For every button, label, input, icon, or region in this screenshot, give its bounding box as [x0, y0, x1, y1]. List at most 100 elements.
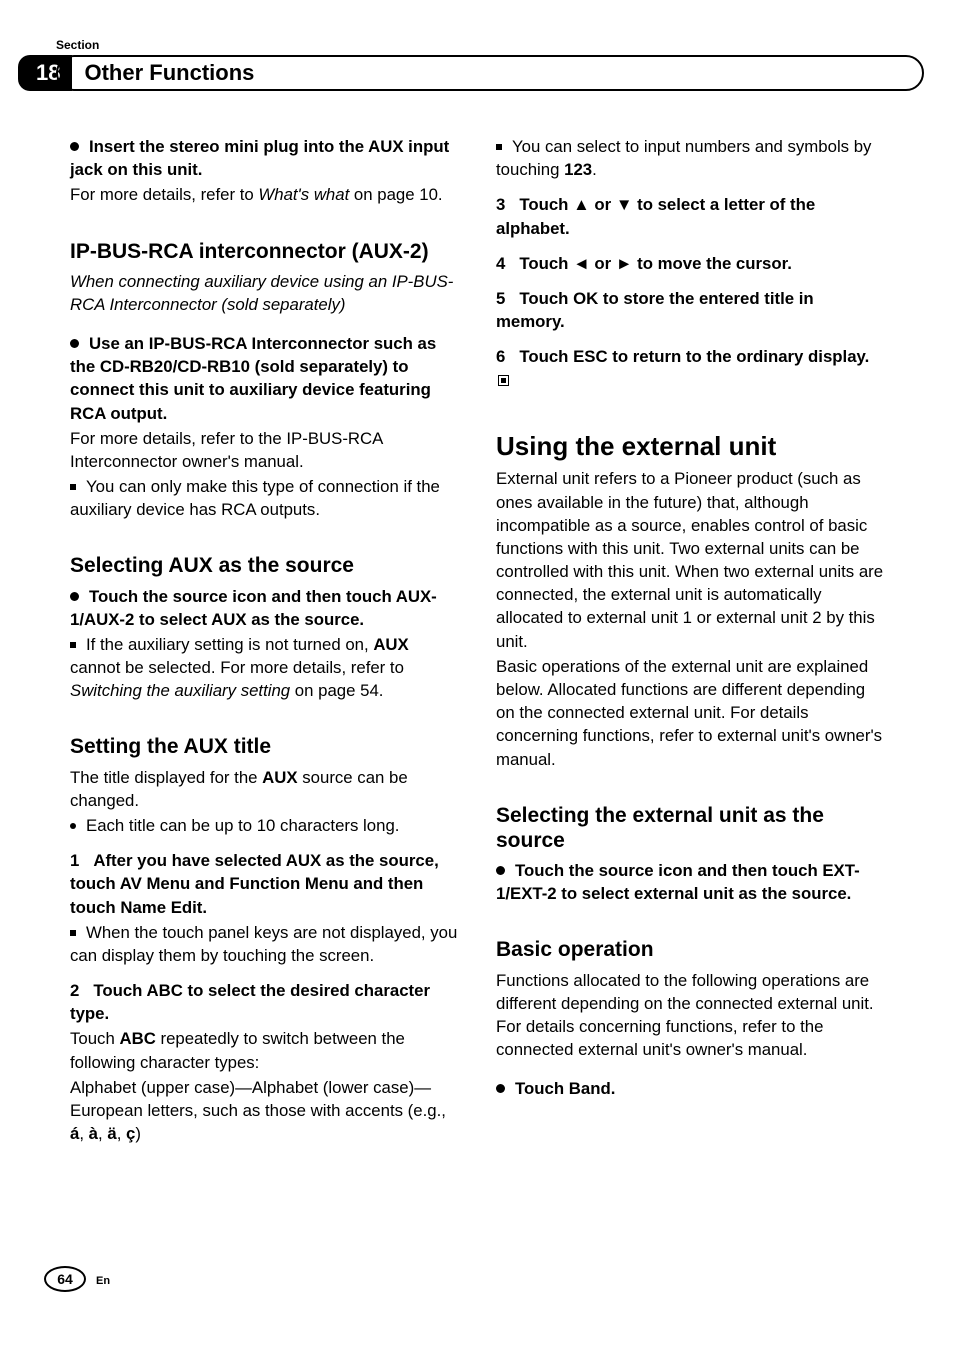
step-6: 6 Touch ESC to return to the ordinary di…: [496, 345, 884, 391]
text: AUX: [262, 768, 297, 787]
text: à: [89, 1124, 98, 1143]
text: You can only make this type of connectio…: [70, 477, 440, 519]
text: Touch: [519, 195, 573, 214]
page-lang: En: [96, 1275, 110, 1287]
end-square-icon: [498, 375, 509, 386]
heading-external-unit: Using the external unit: [496, 432, 884, 462]
text: Touch OK to store the entered title in m…: [496, 289, 814, 331]
text: ç: [126, 1124, 135, 1143]
set-title-bullet: Each title can be up to 10 characters lo…: [70, 814, 458, 837]
section-label: Section: [56, 38, 99, 52]
step-1: 1 After you have selected AUX as the sou…: [70, 849, 458, 919]
insert-stereo-body: For more details, refer to What's what o…: [70, 183, 458, 206]
section-title: Other Functions: [56, 55, 924, 91]
text: If the auxiliary setting is not turned o…: [86, 635, 373, 654]
text: When the touch panel keys are not displa…: [70, 923, 457, 965]
step-2-body1: Touch ABC repeatedly to switch between t…: [70, 1027, 458, 1073]
bullet-square-icon: [70, 930, 76, 936]
text: ABC: [119, 1029, 155, 1048]
step-num: 4: [496, 254, 505, 273]
arrow-down-icon: ▼: [616, 195, 633, 214]
text: Switching the auxiliary setting: [70, 681, 290, 700]
ext-para2: Basic operations of the external unit ar…: [496, 655, 884, 771]
bullet-dot-icon: [70, 339, 79, 348]
step-1-note: When the touch panel keys are not displa…: [70, 921, 458, 967]
text: For more details, refer to: [70, 185, 258, 204]
text: Touch Band.: [515, 1079, 615, 1098]
text: on page 54.: [290, 681, 383, 700]
text: Touch: [70, 1029, 119, 1048]
left-column: Insert the stereo mini plug into the AUX…: [70, 135, 458, 1147]
ext-para1: External unit refers to a Pioneer produc…: [496, 467, 884, 652]
step-num: 3: [496, 195, 505, 214]
text: cannot be selected. For more details, re…: [70, 658, 404, 677]
step-2: 2 Touch ABC to select the desired charac…: [70, 979, 458, 1025]
arrow-up-icon: ▲: [573, 195, 590, 214]
heading-set-title: Setting the AUX title: [70, 734, 458, 759]
bullet-dot-icon: [70, 823, 76, 829]
arrow-left-icon: ◄: [573, 254, 590, 273]
right-top-note: You can select to input numbers and symb…: [496, 135, 884, 181]
text: or: [590, 254, 616, 273]
text: After you have selected AUX as the sourc…: [70, 851, 439, 916]
text: Each title can be up to 10 characters lo…: [86, 816, 399, 835]
text: Touch the source icon and then touch EXT…: [496, 861, 860, 903]
arrow-right-icon: ►: [616, 254, 633, 273]
text: Touch the source icon and then touch AUX…: [70, 587, 437, 629]
bullet-dot-icon: [70, 592, 79, 601]
heading-select-external: Selecting the external unit as the sourc…: [496, 803, 884, 853]
step-3: 3 Touch ▲ or ▼ to select a letter of the…: [496, 193, 884, 239]
text: ): [135, 1124, 141, 1143]
step-num: 1: [70, 851, 79, 870]
text: Touch ESC to return to the ordinary disp…: [519, 347, 869, 366]
text: Alphabet (upper case)—Alphabet (lower ca…: [70, 1078, 446, 1120]
ipbus-italic: When connecting auxiliary device using a…: [70, 270, 458, 316]
text: You can select to input numbers and symb…: [496, 137, 871, 179]
text: or: [590, 195, 616, 214]
text: to move the cursor.: [632, 254, 791, 273]
text: Use an IP-BUS-RCA Interconnector such as…: [70, 334, 436, 423]
insert-stereo-lead: Insert the stereo mini plug into the AUX…: [70, 135, 458, 181]
heading-basic-operation: Basic operation: [496, 937, 884, 962]
ipbus-lead: Use an IP-BUS-RCA Interconnector such as…: [70, 332, 458, 425]
text: ,: [98, 1124, 107, 1143]
content-columns: Insert the stereo mini plug into the AUX…: [70, 135, 884, 1147]
bullet-square-icon: [496, 144, 502, 150]
bullet-dot-icon: [496, 866, 505, 875]
text: Touch: [519, 254, 573, 273]
text: What's what: [258, 185, 349, 204]
set-title-body: The title displayed for the AUX source c…: [70, 766, 458, 812]
text: ,: [79, 1124, 88, 1143]
text: 123: [564, 160, 592, 179]
text: á: [70, 1124, 79, 1143]
heading-select-aux: Selecting AUX as the source: [70, 553, 458, 578]
select-aux-note: If the auxiliary setting is not turned o…: [70, 633, 458, 703]
step-2-body2: Alphabet (upper case)—Alphabet (lower ca…: [70, 1076, 458, 1146]
text: ,: [117, 1124, 126, 1143]
text: AUX: [373, 635, 408, 654]
step-num: 2: [70, 981, 79, 1000]
page-footer: 64 En: [44, 1266, 110, 1292]
bullet-dot-icon: [496, 1084, 505, 1093]
ipbus-body: For more details, refer to the IP-BUS-RC…: [70, 427, 458, 473]
bullet-square-icon: [70, 642, 76, 648]
bullet-square-icon: [70, 484, 76, 490]
text: Insert the stereo mini plug into the AUX…: [70, 137, 449, 179]
right-column: You can select to input numbers and symb…: [496, 135, 884, 1147]
text: ä: [107, 1124, 116, 1143]
text: The title displayed for the: [70, 768, 262, 787]
bullet-dot-icon: [70, 142, 79, 151]
select-aux-lead: Touch the source icon and then touch AUX…: [70, 585, 458, 631]
step-4: 4 Touch ◄ or ► to move the cursor.: [496, 252, 884, 275]
step-5: 5 Touch OK to store the entered title in…: [496, 287, 884, 333]
page-number: 64: [44, 1266, 86, 1292]
page-header: 18 Other Functions: [18, 55, 924, 91]
heading-ipbus: IP-BUS-RCA interconnector (AUX-2): [70, 239, 458, 264]
text: .: [592, 160, 597, 179]
text: Touch ABC to select the desired characte…: [70, 981, 430, 1023]
select-external-lead: Touch the source icon and then touch EXT…: [496, 859, 884, 905]
ipbus-note: You can only make this type of connectio…: [70, 475, 458, 521]
step-num: 6: [496, 347, 505, 366]
step-num: 5: [496, 289, 505, 308]
basic-body: Functions allocated to the following ope…: [496, 969, 884, 1062]
